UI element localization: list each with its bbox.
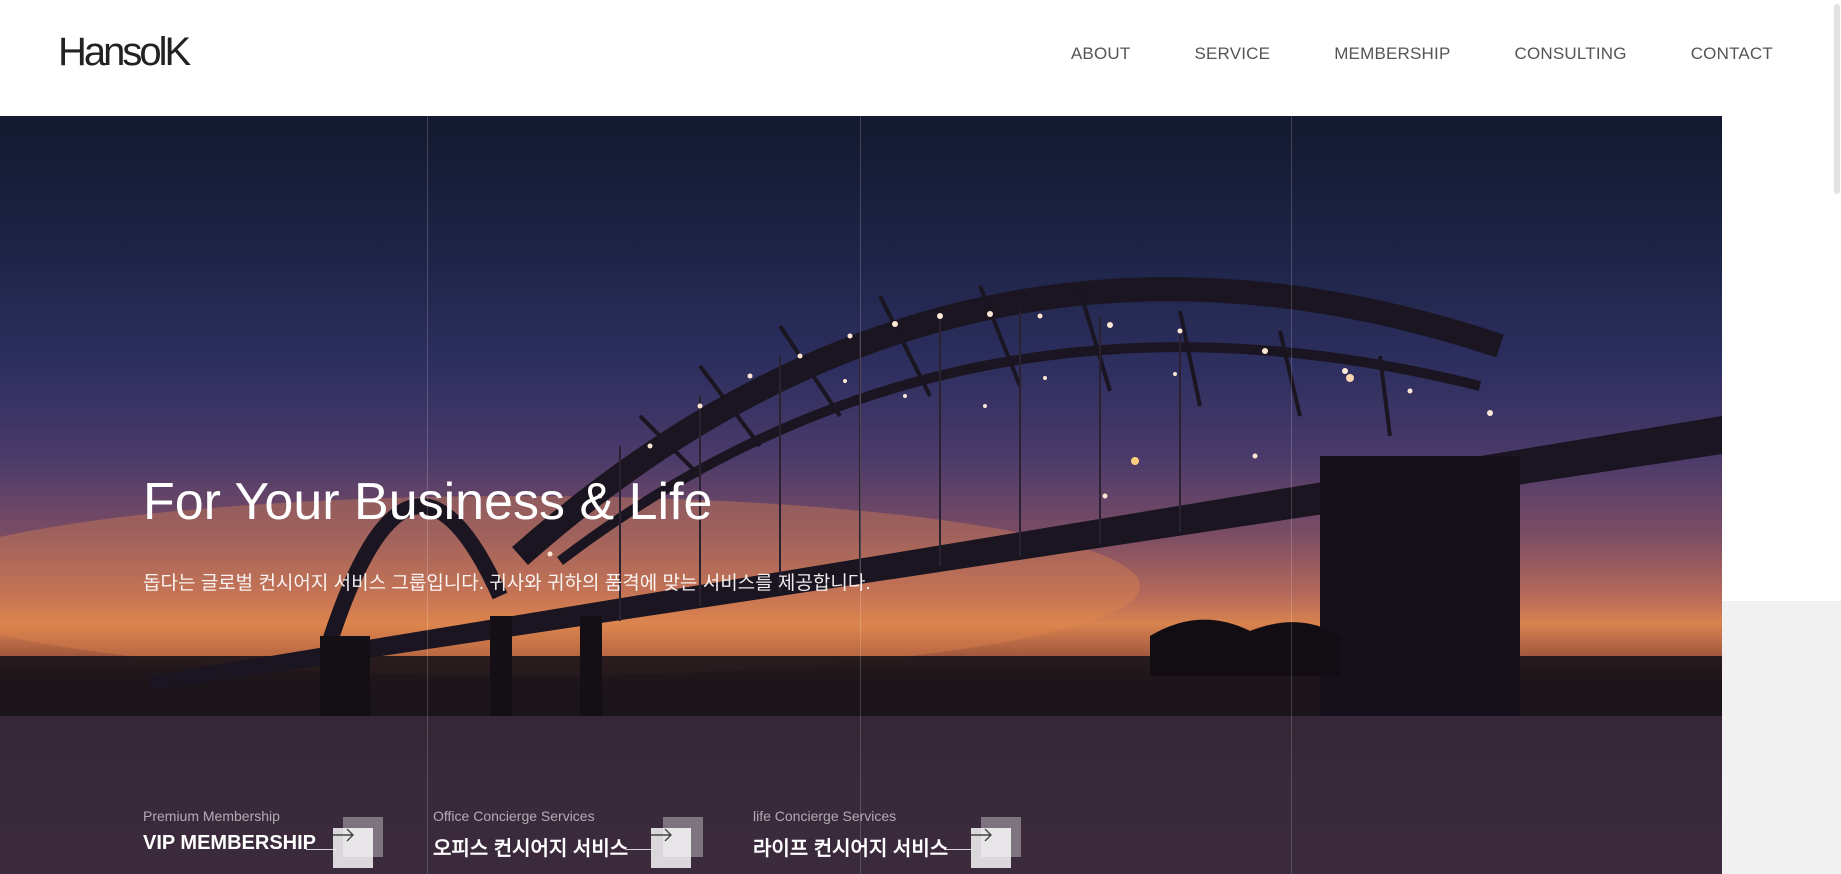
card-arrow-line xyxy=(944,849,972,850)
main-nav: ABOUT SERVICE MEMBERSHIP CONSULTING CONT… xyxy=(1071,44,1773,64)
hero-section: For Your Business & Life 돕다는 글로벌 컨시어지 서비… xyxy=(0,116,1722,874)
nav-membership[interactable]: MEMBERSHIP xyxy=(1334,44,1450,64)
card-eyebrow: Premium Membership xyxy=(143,808,280,824)
card-title: 오피스 컨시어지 서비스 xyxy=(433,838,629,860)
nav-consulting[interactable]: CONSULTING xyxy=(1514,44,1626,64)
card-life-concierge[interactable]: life Concierge Services 라이프 컨시어지 서비스 xyxy=(753,808,948,861)
card-eyebrow: life Concierge Services xyxy=(753,808,897,824)
arrow-right-icon[interactable] xyxy=(333,828,373,868)
hero-title: For Your Business & Life xyxy=(143,473,713,531)
card-arrow-line xyxy=(626,849,653,850)
nav-about[interactable]: ABOUT xyxy=(1071,44,1131,64)
side-panel xyxy=(1722,116,1841,601)
hero-subtitle: 돕다는 글로벌 컨시어지 서비스 그룹입니다. 귀사와 귀하의 품격에 맞는 서… xyxy=(143,573,871,594)
card-eyebrow: Office Concierge Services xyxy=(433,808,595,824)
nav-contact[interactable]: CONTACT xyxy=(1691,44,1773,64)
card-title: VIP MEMBERSHIP xyxy=(143,832,316,854)
card-title: 라이프 컨시어지 서비스 xyxy=(753,838,949,860)
arrow-right-icon[interactable] xyxy=(651,828,691,868)
nav-service[interactable]: SERVICE xyxy=(1194,44,1270,64)
card-office-concierge[interactable]: Office Concierge Services 오피스 컨시어지 서비스 xyxy=(433,808,628,861)
scrollbar-thumb[interactable] xyxy=(1834,4,1840,194)
site-header: HansolK ABOUT SERVICE MEMBERSHIP CONSULT… xyxy=(0,0,1841,116)
site-logo[interactable]: HansolK xyxy=(58,30,191,75)
card-vip-membership[interactable]: Premium Membership VIP MEMBERSHIP xyxy=(143,808,316,855)
card-arrow-line xyxy=(306,849,336,850)
grid-line xyxy=(1291,116,1292,874)
grid-line xyxy=(860,116,861,874)
arrow-right-icon[interactable] xyxy=(971,828,1011,868)
